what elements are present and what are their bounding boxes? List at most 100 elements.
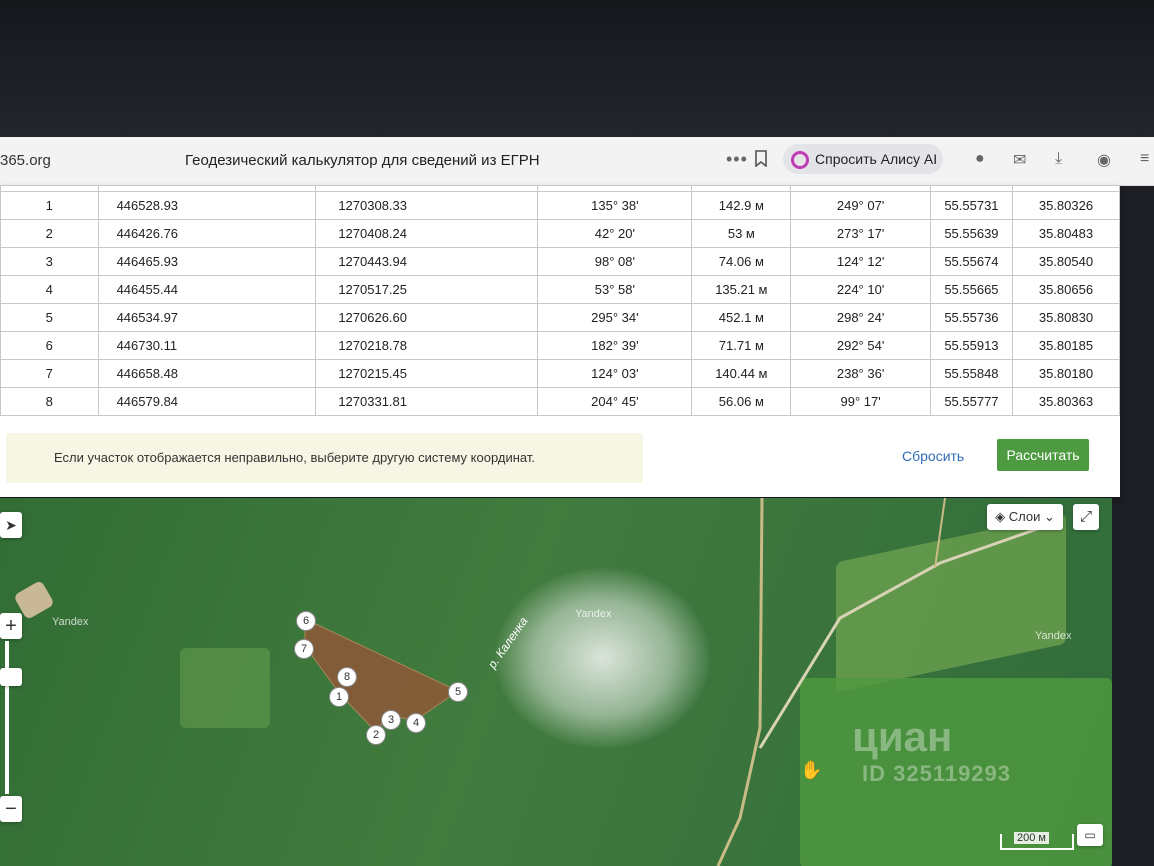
locate-icon: ➤: [5, 517, 17, 533]
y-coordinate-cell: 1270443.94: [315, 247, 539, 276]
layers-button[interactable]: ◈ Слои ⌄: [987, 504, 1063, 530]
table-row: 6 446730.11 1270218.78 182° 39' 71.71 м 292° …: [0, 331, 1121, 360]
ask-alice-button[interactable]: Спросить Алису AI: [783, 144, 943, 174]
y-coordinate-cell: 1270308.33: [315, 191, 539, 220]
y-coordinate-cell: 1270517.25: [315, 275, 539, 304]
cian-watermark-id: ID 325119293: [862, 761, 1012, 786]
point-number-cell: 6: [0, 331, 99, 360]
x-coordinate-cell: 446658.48: [97, 359, 317, 388]
scale-label: 200 м: [1014, 832, 1049, 844]
x-coordinate-cell: 446455.44: [97, 275, 317, 304]
url-text[interactable]: 365.org: [0, 152, 51, 169]
fullscreen-button[interactable]: ⤢: [1073, 504, 1099, 530]
direction-cell: 273° 17': [790, 219, 931, 248]
angle-cell: 135° 38': [537, 191, 693, 220]
y-coordinate-cell: 1270218.78: [315, 331, 539, 360]
table-row: 3 446465.93 1270443.94 98° 08' 74.06 м 124° 1…: [0, 247, 1121, 276]
zoom-in-icon: +: [5, 615, 17, 637]
chevron-down-icon: ⌄: [1043, 509, 1055, 524]
direction-cell: 298° 24': [790, 303, 931, 332]
hand-cursor-icon: ✋: [800, 760, 823, 780]
x-coordinate-cell: 446534.97: [97, 303, 317, 332]
locate-button[interactable]: ➤: [0, 512, 22, 538]
plot-vertex-marker[interactable]: 8: [337, 667, 357, 687]
plot-vertex-marker[interactable]: 2: [366, 725, 386, 745]
reset-link[interactable]: Сбросить: [902, 448, 964, 464]
longitude-cell: 35.80185: [1011, 331, 1121, 360]
length-cell: 452.1 м: [691, 303, 792, 332]
alice-icon: [791, 151, 809, 169]
fullscreen-icon: ⤢: [1079, 508, 1092, 525]
length-cell: 71.71 м: [691, 331, 792, 360]
cian-watermark-logo: циан: [852, 713, 953, 760]
length-cell: 53 м: [691, 219, 792, 248]
zoom-slider-track[interactable]: [5, 641, 9, 794]
table-row: 8 446579.84 1270331.81 204° 45' 56.06 м 99° 1…: [0, 387, 1121, 416]
plot-vertex-marker[interactable]: 5: [448, 682, 468, 702]
plot-vertex-marker[interactable]: 6: [296, 611, 316, 631]
ask-alice-label: Спросить Алису AI: [815, 151, 938, 167]
angle-cell: 53° 58': [537, 275, 693, 304]
direction-cell: 224° 10': [790, 275, 931, 304]
menu-icon[interactable]: ≡: [1140, 150, 1149, 168]
angle-cell: 204° 45': [537, 387, 693, 416]
x-coordinate-cell: 446730.11: [97, 331, 317, 360]
angle-cell: 295° 34': [537, 303, 693, 332]
table-row: 2 446426.76 1270408.24 42° 20' 53 м 273° 17' 5…: [0, 219, 1121, 248]
browser-toolbar: 365.org Геодезический калькулятор для св…: [0, 137, 1154, 186]
plot-vertex-marker[interactable]: 4: [406, 713, 426, 733]
coordinate-system-notice: Если участок отображается неправильно, в…: [6, 433, 643, 483]
profile-icon[interactable]: ◉: [1097, 150, 1111, 170]
angle-cell: 182° 39': [537, 331, 693, 360]
y-coordinate-cell: 1270215.45: [315, 359, 539, 388]
plot-vertex-marker[interactable]: 3: [381, 710, 401, 730]
download-icon[interactable]: ⤓: [1055, 150, 1062, 168]
point-number-cell: 7: [0, 359, 99, 388]
length-cell: 135.21 м: [691, 275, 792, 304]
latitude-cell: 55.55639: [929, 219, 1013, 248]
zoom-out-button[interactable]: −: [0, 796, 22, 822]
longitude-cell: 35.80363: [1011, 387, 1121, 416]
longitude-cell: 35.80483: [1011, 219, 1121, 248]
bookmark-icon[interactable]: [754, 150, 768, 167]
point-number-cell: 5: [0, 303, 99, 332]
table-row: 1 446528.93 1270308.33 135° 38' 142.9 м 249° …: [0, 191, 1121, 220]
longitude-cell: 35.80830: [1011, 303, 1121, 332]
zoom-slider-thumb[interactable]: [0, 668, 22, 686]
notice-text: Если участок отображается неправильно, в…: [54, 450, 535, 465]
latitude-cell: 55.55665: [929, 275, 1013, 304]
plot-vertex-marker[interactable]: 1: [329, 687, 349, 707]
more-icon[interactable]: •••: [726, 149, 748, 170]
latitude-cell: 55.55848: [929, 359, 1013, 388]
latitude-cell: 55.55777: [929, 387, 1013, 416]
zoom-out-icon: −: [5, 798, 17, 820]
zoom-in-button[interactable]: +: [0, 613, 22, 639]
latitude-cell: 55.55731: [929, 191, 1013, 220]
direction-cell: 99° 17': [790, 387, 931, 416]
ruler-button[interactable]: ▭: [1077, 824, 1103, 846]
yandex-label: Yandex: [52, 616, 89, 628]
longitude-cell: 35.80540: [1011, 247, 1121, 276]
plot-vertex-marker[interactable]: 7: [294, 639, 314, 659]
page-title: Геодезический калькулятор для сведений и…: [185, 152, 540, 169]
calculate-button[interactable]: Рассчитать: [997, 439, 1089, 471]
direction-cell: 238° 36': [790, 359, 931, 388]
longitude-cell: 35.80326: [1011, 191, 1121, 220]
avatar-icon[interactable]: ●: [975, 150, 985, 168]
length-cell: 56.06 м: [691, 387, 792, 416]
y-coordinate-cell: 1270626.60: [315, 303, 539, 332]
coordinates-table: 1 446528.93 1270308.33 135° 38' 142.9 м 249° …: [0, 185, 1121, 416]
yandex-label: Yandex: [1035, 630, 1072, 642]
satellite-map[interactable]: р. Каленка Yandex Yandex Yandex 1 2 3 4 …: [0, 498, 1112, 866]
direction-cell: 292° 54': [790, 331, 931, 360]
chat-icon[interactable]: ✉: [1013, 150, 1026, 170]
table-row: 5 446534.97 1270626.60 295° 34' 452.1 м 298° …: [0, 303, 1121, 332]
point-number-cell: 2: [0, 219, 99, 248]
length-cell: 140.44 м: [691, 359, 792, 388]
yandex-label: Yandex: [575, 608, 612, 620]
ruler-icon: ▭: [1084, 828, 1096, 842]
cloud-overlay: [495, 568, 710, 748]
y-coordinate-cell: 1270408.24: [315, 219, 539, 248]
angle-cell: 98° 08': [537, 247, 693, 276]
point-number-cell: 1: [0, 191, 99, 220]
